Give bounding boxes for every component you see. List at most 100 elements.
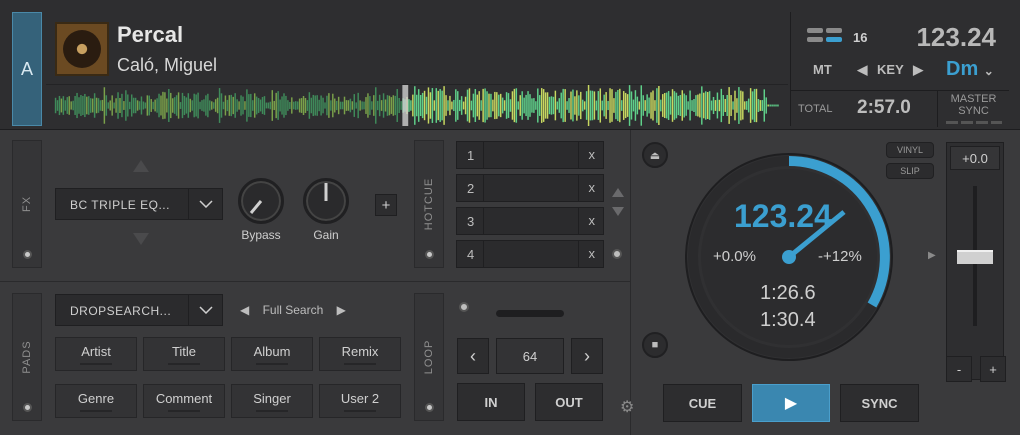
key-value[interactable]: Dm ⌄ [946, 58, 994, 81]
pads-tab[interactable]: PADS [12, 293, 42, 421]
gear-icon[interactable]: ⚙ [620, 397, 634, 417]
pad-album[interactable]: Album [231, 337, 313, 371]
waveform-bar [359, 100, 361, 111]
key-up-icon[interactable]: ▶ [913, 62, 923, 77]
loop-in-button[interactable]: IN [457, 383, 525, 421]
waveform-bar [519, 95, 521, 116]
pad-artist[interactable]: Artist [55, 337, 137, 371]
cue-button[interactable]: CUE [663, 384, 742, 422]
pitch-fader[interactable] [957, 250, 993, 264]
waveform-bar [349, 98, 352, 113]
pad-comment[interactable]: Comment [143, 384, 225, 418]
waveform-bar [345, 100, 348, 111]
waveform-bar [540, 88, 543, 123]
deck-letter[interactable]: A [12, 12, 42, 126]
pad-genre[interactable]: Genre [55, 384, 137, 418]
pitch-value[interactable]: +0.0 [950, 146, 1000, 170]
close-icon[interactable]: x [589, 147, 596, 162]
waveform-bar [605, 92, 607, 119]
chevron-down-icon [198, 200, 213, 208]
waveform-bar [433, 100, 436, 111]
waveform-bar [99, 100, 102, 111]
waveform-bar [429, 92, 432, 119]
fx-up-icon[interactable] [133, 160, 149, 172]
pitch-minus-button[interactable]: - [946, 356, 972, 382]
fx-down-icon[interactable] [133, 233, 149, 245]
hotcue-page-led[interactable] [612, 249, 622, 259]
key-down-icon[interactable]: ◀ [857, 62, 867, 77]
waveform-bar [132, 97, 135, 114]
next-icon[interactable]: ▶ [337, 303, 346, 317]
fx-led[interactable] [23, 250, 32, 259]
pad-singer[interactable]: Singer [231, 384, 313, 418]
hotcue-slot-4[interactable]: 4x [456, 240, 604, 268]
waveform-bar [293, 101, 295, 110]
waveform-bar [726, 94, 728, 117]
fx-add-button[interactable]: + [375, 194, 397, 216]
hotcue-led[interactable] [425, 250, 434, 259]
waveform-bar [730, 95, 732, 116]
waveform-bar [749, 88, 752, 123]
close-icon[interactable]: x [589, 246, 596, 261]
loop-size[interactable]: 64 [496, 338, 564, 374]
hotcue-tab[interactable]: HOTCUE [414, 140, 444, 268]
key-mode[interactable]: MT [813, 62, 832, 77]
pad-remix[interactable]: Remix [319, 337, 401, 371]
hotcue-up-icon[interactable] [612, 188, 624, 197]
gain-knob[interactable] [303, 178, 349, 224]
bypass-knob[interactable] [238, 178, 284, 224]
loop-slider[interactable] [496, 310, 564, 317]
loop-prev-button[interactable]: ‹ [457, 338, 489, 374]
pads-mode-select[interactable]: DROPSEARCH... [55, 294, 223, 326]
waveform-bar [642, 95, 644, 116]
waveform-bar [394, 95, 397, 116]
close-icon[interactable]: x [589, 213, 596, 228]
pads-led[interactable] [23, 403, 32, 412]
waveform-bar [451, 101, 453, 110]
fx-tab[interactable]: FX [12, 140, 42, 268]
waveform-bar [105, 95, 108, 116]
pad-user-2[interactable]: User 2 [319, 384, 401, 418]
eject-button[interactable]: ⏏ [642, 142, 668, 168]
waveform-bar [361, 101, 363, 110]
waveform-bar [765, 97, 767, 114]
loop-icon[interactable] [807, 28, 843, 44]
waveform-bar [581, 99, 584, 112]
loop-next-button[interactable]: › [571, 338, 603, 374]
waveform-bar [486, 91, 488, 120]
waveform-bar [441, 90, 443, 121]
waveform-bar [214, 99, 217, 112]
waveform-bar [64, 100, 67, 111]
prev-icon[interactable]: ◀ [240, 303, 249, 317]
hotcue-down-icon[interactable] [612, 207, 624, 216]
close-icon[interactable]: x [589, 180, 596, 195]
hotcue-slot-2[interactable]: 2x [456, 174, 604, 202]
waveform-bar [753, 88, 756, 123]
waveform-bar [622, 91, 625, 120]
pad-title[interactable]: Title [143, 337, 225, 371]
stop-button[interactable]: ■ [642, 332, 668, 358]
waveform-bar [115, 98, 117, 113]
hotcue-slot-1[interactable]: 1x [456, 141, 604, 169]
waveform-bar [289, 102, 291, 109]
waveform-bar [56, 100, 59, 111]
hotcue-slot-3[interactable]: 3x [456, 207, 604, 235]
play-button[interactable]: ▶ [752, 384, 830, 422]
waveform-bar [619, 88, 621, 123]
loop-out-button[interactable]: OUT [535, 383, 603, 421]
loop-beats[interactable]: 16 [853, 30, 867, 45]
fx-select[interactable]: BC TRIPLE EQ... [55, 188, 223, 220]
loop-led[interactable] [425, 403, 434, 412]
master-sync-button[interactable]: MASTER SYNC [937, 91, 1009, 127]
loop-led-indicator[interactable] [459, 302, 469, 312]
waveform-bar [509, 99, 512, 112]
sync-button[interactable]: SYNC [840, 384, 919, 422]
waveform[interactable] [46, 84, 788, 126]
deck-info-panel: 16 123.24 MT ◀ KEY ▶ Dm ⌄ TOTAL 2:57.0 M… [790, 12, 1009, 127]
pitch-plus-button[interactable]: + [980, 356, 1006, 382]
pitch-range[interactable]: -+12% [818, 248, 862, 265]
waveform-bar [734, 90, 736, 121]
total-time[interactable]: 2:57.0 [857, 97, 911, 119]
waveform-bar [607, 100, 609, 111]
loop-tab[interactable]: LOOP [414, 293, 444, 421]
